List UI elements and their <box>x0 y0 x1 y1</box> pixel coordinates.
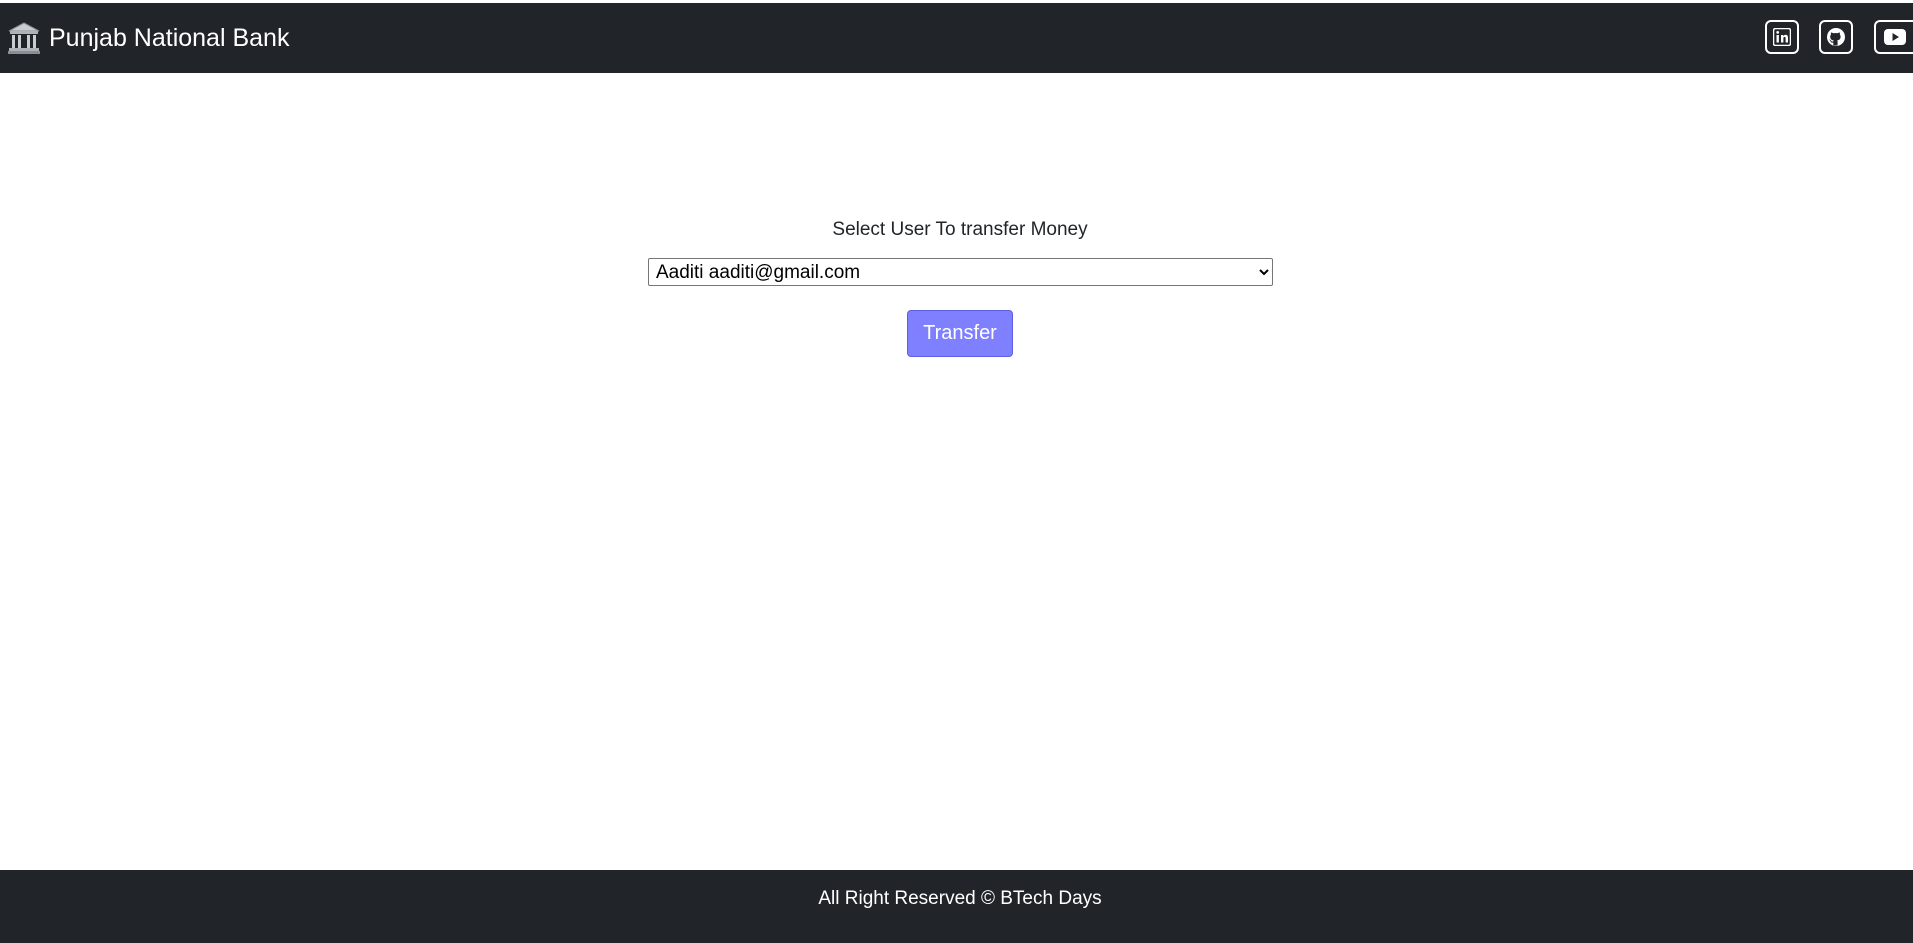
transfer-prompt: Select User To transfer Money <box>832 219 1088 240</box>
github-button[interactable] <box>1819 20 1853 54</box>
linkedin-button[interactable] <box>1765 20 1799 54</box>
user-select[interactable]: Aaditi aaditi@gmail.com <box>648 258 1273 286</box>
footer-copyright: All Right Reserved © BTech Days <box>818 888 1102 909</box>
linkedin-icon <box>1773 28 1791 46</box>
youtube-button[interactable] <box>1874 20 1913 54</box>
brand-link[interactable]: Punjab National Bank <box>6 19 289 57</box>
footer: All Right Reserved © BTech Days <box>0 870 1913 943</box>
bank-icon <box>6 20 42 56</box>
youtube-icon <box>1884 29 1906 45</box>
brand-text: Punjab National Bank <box>49 23 290 52</box>
github-icon <box>1826 27 1846 47</box>
navbar: Punjab National Bank <box>0 3 1913 73</box>
transfer-button[interactable]: Transfer <box>907 310 1013 357</box>
